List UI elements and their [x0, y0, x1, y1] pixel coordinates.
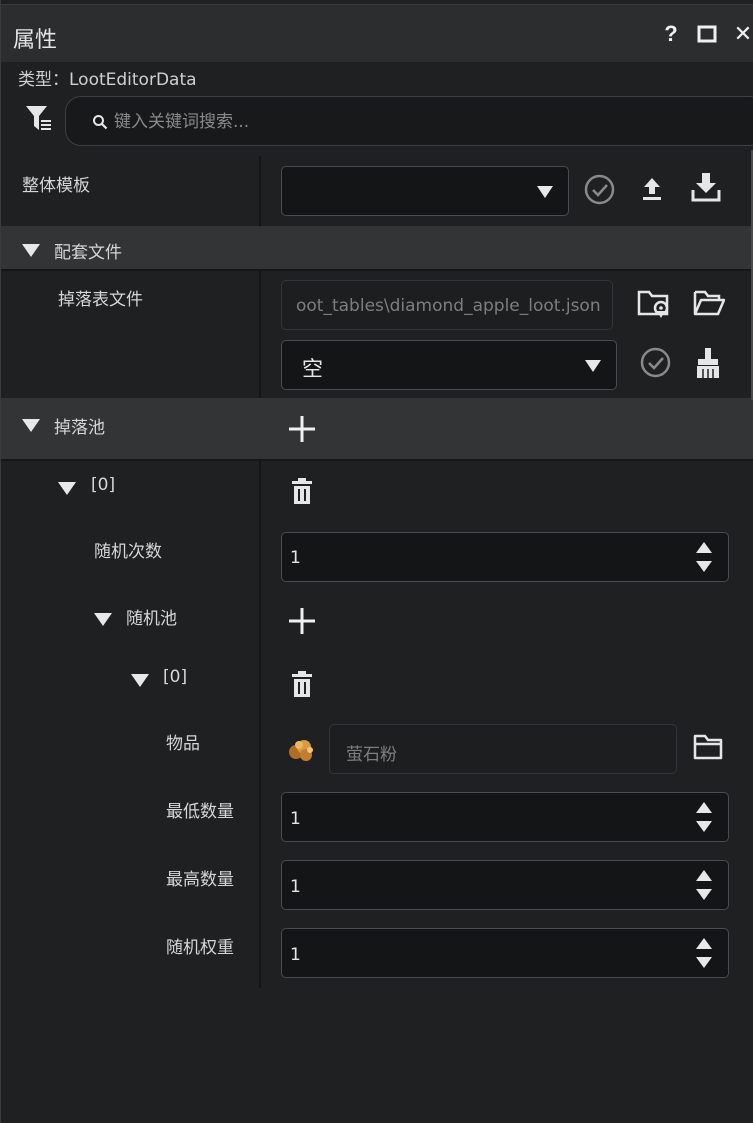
section-files-label: 配套文件 — [54, 243, 122, 263]
item-value: 萤石粉 — [346, 745, 397, 765]
loot-file-select[interactable]: 空 — [281, 340, 617, 390]
max-count-input[interactable]: 1 — [281, 860, 729, 910]
type-label: 类型：LootEditorData — [18, 70, 197, 90]
chevron-down-icon — [585, 360, 601, 372]
filter-icon[interactable] — [25, 104, 53, 134]
properties-panel: 属性 ? ✕ 类型：LootEditorData 整体模板 — [0, 0, 753, 1123]
rolls-input[interactable]: 1 — [281, 532, 729, 582]
rolls-label: 随机次数 — [94, 542, 162, 562]
item-label: 物品 — [166, 734, 200, 754]
maximize-icon — [697, 25, 717, 43]
pool-index-label: [0] — [91, 475, 116, 495]
divider — [1, 269, 753, 271]
weight-value: 1 — [290, 945, 301, 965]
random-pool-label: 随机池 — [126, 609, 177, 629]
spin-up-icon[interactable] — [696, 938, 712, 949]
search-input[interactable] — [114, 107, 714, 137]
collapse-arrow-icon[interactable] — [22, 244, 40, 257]
min-count-input[interactable]: 1 — [281, 792, 729, 842]
broom-icon[interactable] — [695, 347, 721, 379]
search-box[interactable] — [65, 96, 753, 146]
loot-file-label: 掉落表文件 — [58, 290, 143, 310]
folder-icon[interactable] — [693, 734, 723, 760]
min-count-label: 最低数量 — [166, 802, 234, 822]
column-divider — [259, 156, 261, 226]
section-pools-header[interactable]: 掉落池 — [1, 398, 753, 460]
search-icon — [93, 115, 108, 130]
column-divider — [259, 270, 261, 398]
help-button[interactable]: ? — [658, 21, 684, 47]
spin-down-icon[interactable] — [696, 889, 712, 900]
column-divider — [259, 460, 261, 988]
loot-file-select-value: 空 — [302, 357, 323, 381]
plus-icon[interactable] — [288, 607, 316, 635]
chevron-down-icon — [537, 186, 553, 198]
plus-icon[interactable] — [288, 415, 316, 443]
trash-icon[interactable] — [291, 477, 313, 505]
collapse-arrow-icon[interactable] — [58, 482, 76, 495]
collapse-arrow-icon[interactable] — [131, 674, 149, 687]
template-label: 整体模板 — [22, 176, 90, 196]
rolls-value: 1 — [290, 548, 301, 568]
glowstone-dust-icon — [289, 740, 313, 761]
section-pools-label: 掉落池 — [54, 418, 105, 438]
min-count-value: 1 — [290, 809, 301, 829]
collapse-arrow-icon[interactable] — [22, 419, 40, 432]
title-bar: 属性 ? ✕ — [1, 4, 753, 62]
weight-label: 随机权重 — [166, 938, 234, 958]
spin-down-icon[interactable] — [696, 821, 712, 832]
divider — [1, 459, 753, 461]
entry-index-label: [0] — [163, 667, 188, 687]
close-button[interactable]: ✕ — [730, 21, 753, 47]
folder-open-icon[interactable] — [693, 289, 725, 317]
spin-up-icon[interactable] — [696, 802, 712, 813]
window-title: 属性 — [13, 28, 58, 53]
spin-down-icon[interactable] — [696, 957, 712, 968]
trash-icon[interactable] — [291, 670, 313, 698]
spin-down-icon[interactable] — [696, 561, 712, 572]
loot-file-path: oot_tables\diamond_apple_loot.json — [281, 280, 613, 330]
max-count-value: 1 — [290, 877, 301, 897]
download-icon[interactable] — [691, 172, 721, 202]
item-field[interactable]: 萤石粉 — [329, 724, 677, 774]
spin-up-icon[interactable] — [696, 542, 712, 553]
maximize-button[interactable] — [694, 21, 720, 47]
folder-location-icon[interactable] — [637, 288, 671, 320]
check-icon[interactable] — [640, 347, 671, 378]
spin-up-icon[interactable] — [696, 870, 712, 881]
check-icon[interactable] — [584, 174, 615, 205]
collapse-arrow-icon[interactable] — [94, 613, 112, 626]
loot-file-path-value: oot_tables\diamond_apple_loot.json — [296, 296, 601, 316]
section-files-header[interactable]: 配套文件 — [1, 226, 753, 270]
template-dropdown[interactable] — [281, 166, 569, 216]
upload-icon[interactable] — [642, 177, 662, 201]
weight-input[interactable]: 1 — [281, 928, 729, 978]
max-count-label: 最高数量 — [166, 870, 234, 890]
